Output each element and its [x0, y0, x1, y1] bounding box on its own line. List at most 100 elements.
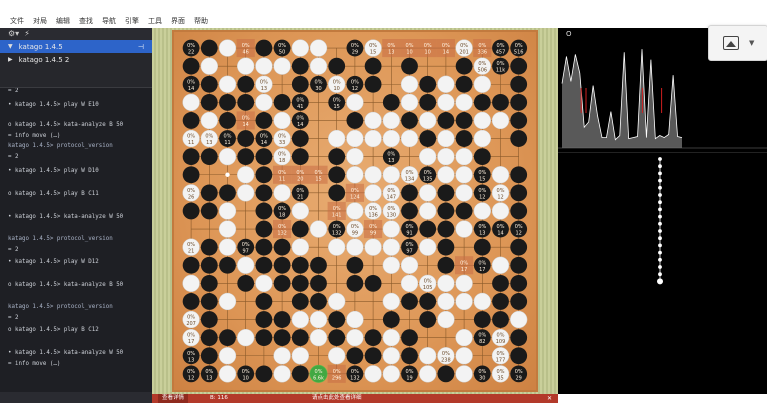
white-stone[interactable] — [218, 148, 237, 166]
engine-item-katago-2[interactable]: ▶ katago 1.4.5 2 — [0, 53, 152, 66]
white-stone[interactable] — [291, 39, 309, 57]
black-stone[interactable] — [200, 184, 218, 202]
white-stone[interactable] — [437, 166, 455, 184]
black-stone[interactable] — [510, 293, 528, 310]
white-stone[interactable] — [382, 111, 400, 130]
black-stone[interactable] — [291, 293, 309, 310]
black-stone[interactable] — [182, 166, 200, 184]
tree-node[interactable] — [658, 157, 662, 161]
black-stone[interactable] — [510, 57, 528, 75]
black-stone[interactable] — [200, 75, 218, 93]
white-stone[interactable] — [473, 292, 491, 311]
black-stone[interactable] — [200, 347, 218, 365]
white-stone[interactable] — [419, 365, 437, 383]
tree-node[interactable] — [658, 221, 662, 226]
white-stone[interactable] — [473, 75, 491, 93]
white-stone[interactable] — [455, 292, 473, 311]
black-stone[interactable] — [401, 347, 418, 365]
tree-node[interactable] — [658, 164, 662, 169]
black-stone[interactable] — [328, 57, 346, 75]
white-stone[interactable] — [382, 238, 400, 256]
black-stone[interactable] — [419, 75, 437, 93]
white-stone[interactable] — [473, 111, 491, 130]
white-stone[interactable] — [455, 365, 473, 383]
white-stone[interactable] — [437, 292, 455, 311]
black-stone[interactable] — [200, 93, 218, 111]
black-stone[interactable] — [255, 329, 273, 347]
white-stone[interactable] — [382, 256, 400, 274]
black-stone[interactable] — [437, 256, 455, 274]
black-stone[interactable] — [255, 202, 273, 220]
white-stone[interactable] — [437, 310, 455, 329]
white-stone[interactable] — [346, 238, 364, 256]
black-stone[interactable] — [328, 311, 346, 328]
white-stone[interactable] — [346, 329, 364, 347]
black-stone[interactable] — [382, 311, 400, 328]
white-stone[interactable] — [237, 57, 255, 75]
white-stone[interactable] — [382, 292, 400, 311]
menu-item-0[interactable]: 文件 — [10, 16, 24, 26]
black-stone[interactable] — [219, 112, 236, 129]
black-stone[interactable] — [346, 112, 364, 129]
black-stone[interactable] — [182, 202, 200, 220]
black-stone[interactable] — [200, 256, 218, 274]
bolt-icon[interactable]: ⚡ — [24, 30, 30, 38]
black-stone[interactable] — [419, 93, 437, 111]
white-stone[interactable] — [491, 202, 510, 220]
tree-node[interactable] — [658, 265, 662, 269]
black-stone[interactable] — [401, 57, 418, 75]
white-stone[interactable] — [437, 148, 455, 166]
white-stone[interactable] — [218, 39, 237, 57]
white-stone[interactable] — [291, 238, 309, 256]
white-stone[interactable] — [237, 256, 255, 274]
white-stone[interactable] — [437, 129, 455, 148]
tree-node[interactable] — [658, 185, 662, 190]
white-stone[interactable] — [400, 75, 419, 93]
white-stone[interactable] — [400, 256, 419, 274]
image-dropdown[interactable]: ▼ — [708, 25, 767, 61]
white-stone[interactable] — [382, 329, 400, 347]
white-stone[interactable] — [218, 75, 237, 93]
black-stone[interactable] — [182, 112, 200, 129]
black-stone[interactable] — [510, 256, 528, 274]
black-stone[interactable] — [437, 202, 455, 220]
variation-tree[interactable] — [558, 153, 767, 395]
black-stone[interactable] — [200, 148, 218, 166]
white-stone[interactable] — [237, 166, 255, 184]
white-stone[interactable] — [273, 57, 291, 75]
black-stone[interactable] — [182, 256, 200, 274]
black-stone[interactable] — [455, 202, 473, 220]
black-stone[interactable] — [401, 202, 418, 220]
white-stone[interactable] — [309, 57, 328, 75]
white-stone[interactable] — [346, 202, 364, 220]
black-stone[interactable] — [200, 39, 218, 57]
black-stone[interactable] — [273, 329, 291, 347]
white-stone[interactable] — [455, 220, 473, 238]
white-stone[interactable] — [473, 129, 491, 148]
close-icon[interactable]: ✕ — [547, 394, 552, 403]
black-stone[interactable] — [510, 112, 528, 129]
menu-item-4[interactable]: 导航 — [102, 16, 116, 26]
white-stone[interactable] — [273, 111, 291, 130]
status-hint[interactable]: 请点击此处查看详细 — [312, 394, 362, 403]
black-stone[interactable] — [328, 184, 346, 202]
black-stone[interactable] — [255, 238, 273, 256]
white-stone[interactable] — [237, 329, 255, 347]
black-stone[interactable] — [237, 75, 255, 93]
tree-node[interactable] — [658, 214, 662, 219]
black-stone[interactable] — [255, 112, 273, 129]
black-stone[interactable] — [255, 39, 273, 57]
black-stone[interactable] — [291, 130, 309, 147]
tree-node[interactable] — [658, 236, 662, 241]
black-stone[interactable] — [492, 311, 509, 328]
white-stone[interactable] — [419, 238, 437, 256]
white-stone[interactable] — [309, 310, 328, 329]
white-stone[interactable] — [291, 202, 309, 220]
black-stone[interactable] — [510, 202, 528, 220]
black-stone[interactable] — [328, 166, 346, 184]
black-stone[interactable] — [200, 238, 218, 256]
black-stone[interactable] — [255, 166, 273, 184]
white-stone[interactable] — [218, 202, 237, 220]
white-stone[interactable] — [364, 129, 382, 148]
chevron-down-icon[interactable]: ▼ — [8, 43, 13, 50]
